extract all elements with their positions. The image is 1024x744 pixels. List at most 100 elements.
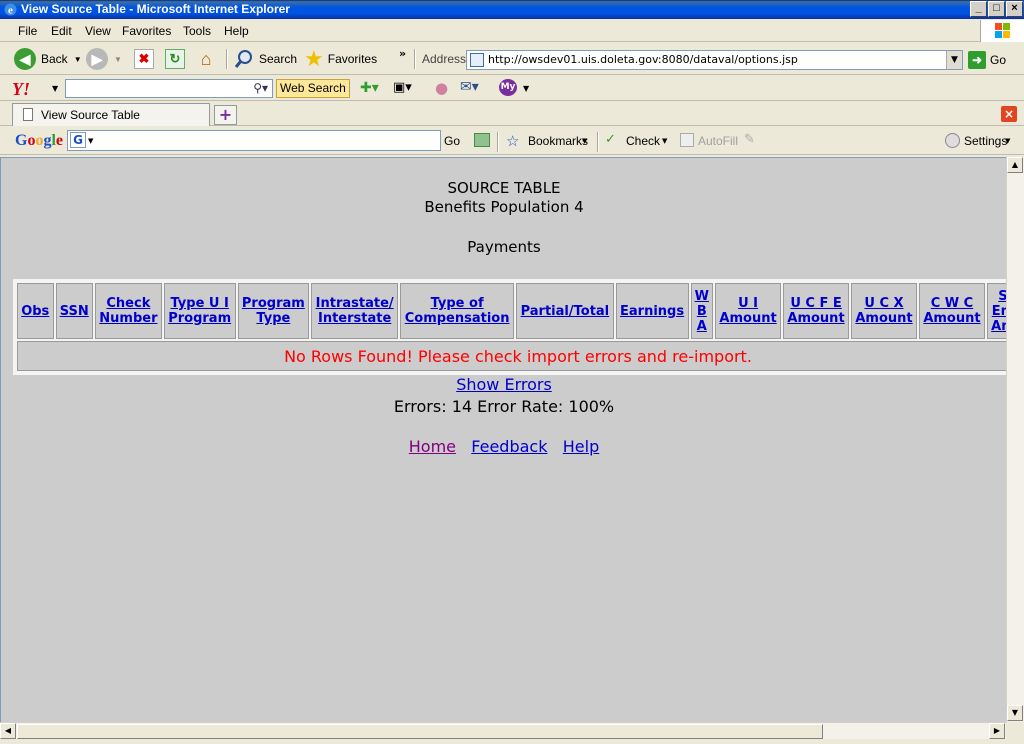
home-button[interactable]: ⌂ (196, 47, 216, 71)
search-icon[interactable]: ⚲▾ (253, 81, 268, 95)
column-header-label: C W C (930, 296, 974, 311)
tab-view-source-table[interactable]: View Source Table (12, 103, 210, 126)
scroll-up-icon[interactable]: ▲ (1007, 157, 1023, 173)
help-link[interactable]: Help (563, 437, 599, 456)
horizontal-scroll-thumb[interactable] (17, 724, 823, 739)
news-icon[interactable] (474, 133, 490, 147)
vertical-scrollbar[interactable]: ▲ ▼ (1006, 157, 1024, 723)
toolbar-grip-icon: ⋮ (344, 81, 355, 94)
stop-icon: ✖ (134, 49, 154, 69)
column-sort-link[interactable]: SSN (60, 304, 89, 319)
column-sort-link[interactable]: Earnings (620, 304, 684, 319)
column-header: Earnings (615, 283, 689, 339)
column-sort-link[interactable]: WBA (695, 289, 709, 334)
google-dropdown-icon[interactable]: ▼ (88, 137, 93, 145)
column-header: WBA (690, 283, 714, 339)
maximize-icon: □ (993, 2, 1000, 14)
refresh-button[interactable]: ↻ (165, 47, 185, 71)
refresh-icon: ↻ (165, 49, 185, 69)
yahoo-logo[interactable]: Y! (12, 79, 30, 100)
column-header-label: Amount (855, 311, 913, 326)
page-menu-icon[interactable]: ▣▾ (393, 80, 412, 95)
spellcheck-icon[interactable]: ✓ (605, 132, 616, 147)
column-sort-link[interactable]: Partial/Total (521, 304, 610, 319)
mail-icon[interactable]: ✉▾ (460, 79, 479, 95)
column-sort-link[interactable]: Type U I Program (168, 296, 231, 326)
settings-button[interactable]: Settings (964, 134, 1007, 148)
close-window-button[interactable]: × (1006, 1, 1023, 17)
address-label: Address (422, 52, 467, 66)
column-sort-link[interactable]: Check Number (99, 296, 157, 326)
close-tab-button[interactable]: × (1001, 106, 1017, 122)
column-header: Obs (17, 283, 54, 339)
menu-edit[interactable]: Edit (51, 24, 72, 38)
my-yahoo-dropdown-icon[interactable]: ▼ (523, 84, 529, 93)
scroll-down-icon[interactable]: ▼ (1007, 705, 1023, 721)
home-link[interactable]: Home (409, 437, 456, 456)
plus-icon: + (218, 105, 233, 124)
address-input[interactable]: http://owsdev01.uis.doleta.gov:8080/data… (488, 53, 798, 66)
menu-file[interactable]: File (18, 24, 37, 38)
google-search-input[interactable]: G ▼ (67, 130, 441, 151)
google-go-button[interactable]: Go (444, 134, 460, 148)
bookmarks-star-icon[interactable]: ☆ (506, 132, 519, 150)
column-sort-link[interactable]: U C X Amount (855, 296, 912, 326)
yahoo-menu-dropdown-icon[interactable]: ▼ (52, 84, 58, 93)
search-button[interactable]: Search (233, 47, 297, 71)
scroll-left-icon[interactable]: ◀ (0, 723, 16, 739)
check-button[interactable]: Check (626, 134, 660, 148)
horizontal-scrollbar[interactable]: ◀ ▶ (0, 722, 1006, 739)
column-header: Type of Compensation (400, 283, 515, 339)
bookmarks-button[interactable]: Bookmarks (528, 134, 588, 148)
column-sort-link[interactable]: U C F E Amount (787, 296, 844, 326)
new-tab-button[interactable]: + (214, 105, 237, 125)
column-sort-link[interactable]: Program Type (242, 296, 305, 326)
forward-button[interactable]: ▶ ▼ (86, 47, 122, 71)
address-dropdown-icon[interactable]: ▼ (946, 51, 962, 69)
column-sort-link[interactable]: U I Amount (719, 296, 776, 326)
bookmarks-dropdown-icon[interactable]: ▼ (582, 137, 587, 145)
column-header-label: Program (241, 296, 305, 311)
google-g-icon[interactable]: G (70, 132, 86, 148)
yahoo-search-input[interactable]: ⚲▾ (65, 79, 273, 98)
stop-button[interactable]: ✖ (134, 47, 154, 71)
my-yahoo-icon[interactable]: My (499, 79, 517, 96)
settings-icon[interactable] (945, 133, 960, 148)
minimize-button[interactable]: _ (970, 1, 987, 17)
web-search-button[interactable]: Web Search (276, 79, 350, 98)
google-toolbar: Google G ▼ Go ☆ Bookmarks ▼ ✓ Check ▼ Au… (0, 127, 1024, 155)
feedback-link[interactable]: Feedback (471, 437, 547, 456)
column-header: U C X Amount (851, 283, 917, 339)
back-button[interactable]: ◀ Back ▼ (14, 47, 82, 71)
menu-help[interactable]: Help (224, 24, 249, 38)
toolbar-chevron-icon[interactable]: » (399, 47, 406, 60)
show-errors-link[interactable]: Show Errors (456, 375, 552, 394)
settings-dropdown-icon[interactable]: ▼ (1005, 137, 1010, 145)
menu-favorites[interactable]: Favorites (122, 24, 171, 38)
check-dropdown-icon[interactable]: ▼ (662, 137, 667, 145)
menu-tools[interactable]: Tools (183, 24, 211, 38)
add-bookmark-icon[interactable]: ✚▾ (360, 80, 379, 96)
google-logo-letter: e (55, 132, 64, 149)
window-title: View Source Table - Microsoft Internet E… (21, 2, 290, 16)
toolbar-separator (597, 132, 598, 152)
favorites-star-icon: ★ (304, 46, 324, 71)
page-subheading: Benefits Population 4 (424, 198, 584, 216)
scroll-right-icon[interactable]: ▶ (989, 723, 1005, 739)
column-header-label: Earnings (620, 303, 685, 319)
column-header-label: Partial/Total (520, 303, 610, 319)
column-sort-link[interactable]: C W C Amount (923, 296, 980, 326)
column-header: Program Type (237, 283, 310, 339)
piggy-bank-icon[interactable]: ● (435, 79, 448, 97)
google-logo[interactable]: Google (15, 132, 63, 150)
menu-view[interactable]: View (85, 24, 111, 38)
column-sort-link[interactable]: Type of Compensation (405, 296, 510, 326)
column-sort-link[interactable]: Intrastate/Interstate (316, 296, 394, 326)
address-bar[interactable]: http://owsdev01.uis.doleta.gov:8080/data… (466, 50, 963, 70)
forward-arrow-icon: ▶ (86, 48, 108, 70)
maximize-button[interactable]: □ (988, 1, 1005, 17)
column-sort-link[interactable]: Obs (21, 304, 49, 319)
go-button[interactable]: ➜ Go (968, 49, 1006, 71)
favorites-button[interactable]: ★ Favorites (304, 47, 377, 71)
column-header-label: Compensation (404, 311, 510, 326)
